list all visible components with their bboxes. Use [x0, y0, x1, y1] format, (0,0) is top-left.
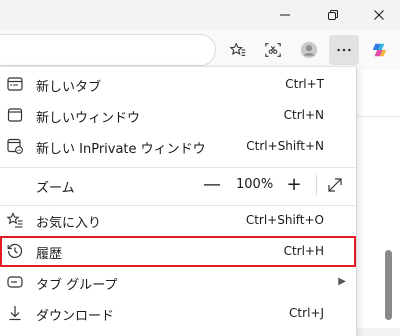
tab-groups-icon [6, 273, 24, 291]
zoom-in-button[interactable]: + [282, 172, 306, 196]
menu-item-shortcut: Ctrl+Shift+N [246, 139, 324, 153]
zoom-divider [316, 175, 317, 195]
menu-item-label: ダウンロード [36, 309, 115, 324]
menu-item-label: 新しいウィンドウ [36, 111, 141, 126]
more-options-button[interactable] [329, 35, 359, 65]
menu-item-shortcut: Ctrl+N [283, 108, 324, 122]
inprivate-window-icon [6, 137, 24, 155]
close-icon [374, 10, 384, 20]
copilot-button[interactable] [364, 35, 394, 65]
restore-button[interactable] [310, 0, 356, 30]
menu-item-downloads[interactable]: ダウンロード Ctrl+J [0, 298, 356, 329]
zoom-label: ズーム [36, 181, 75, 196]
menu-item-tab-groups[interactable]: タブ グループ ▶ [0, 267, 356, 298]
page-content-area [357, 70, 400, 328]
menu-separator [0, 167, 356, 168]
menu-item-new-tab[interactable]: 新しいタブ Ctrl+T [0, 69, 356, 100]
address-bar[interactable] [0, 34, 216, 66]
menu-item-label: 新しい InPrivate ウィンドウ [36, 142, 206, 157]
menu-item-shortcut: Ctrl+H [283, 244, 324, 258]
minimize-icon [280, 14, 290, 16]
close-button[interactable] [356, 0, 400, 30]
profile-button[interactable] [294, 35, 324, 65]
browser-settings-menu: 新しいタブ Ctrl+T 新しいウィンドウ Ctrl+N 新しい InPriva… [0, 66, 357, 336]
zoom-level: 100% [236, 177, 274, 192]
page-scrollbar[interactable] [385, 250, 392, 320]
history-icon [6, 242, 24, 260]
menu-item-zoom: ズーム — 100% + [0, 169, 356, 200]
favorite-star-icon [229, 42, 246, 56]
submenu-arrow-icon: ▶ [338, 276, 346, 287]
browser-toolbar [0, 30, 400, 70]
menu-item-new-inprivate-window[interactable]: 新しい InPrivate ウィンドウ Ctrl+Shift+N [0, 131, 356, 162]
zoom-out-button[interactable]: — [200, 172, 224, 196]
menu-item-favorites[interactable]: お気に入り Ctrl+Shift+O [0, 205, 356, 236]
favorites-star-icon [6, 211, 24, 229]
restore-icon [328, 10, 338, 20]
screenshot-icon [265, 43, 281, 57]
menu-item-label: 履歴 [36, 247, 63, 262]
menu-item-new-window[interactable]: 新しいウィンドウ Ctrl+N [0, 100, 356, 131]
download-icon [6, 304, 24, 322]
menu-item-shortcut: Ctrl+J [289, 306, 324, 320]
fullscreen-expand-icon [328, 178, 342, 192]
favorite-button[interactable] [223, 35, 253, 65]
menu-item-label: お気に入り [36, 216, 102, 231]
new-window-icon [6, 106, 24, 124]
new-tab-icon [6, 75, 24, 93]
menu-item-shortcut: Ctrl+T [285, 77, 324, 91]
fullscreen-button[interactable] [325, 175, 345, 195]
menu-item-label: タブ グループ [36, 278, 118, 293]
more-options-icon [337, 48, 351, 52]
copilot-icon [372, 43, 387, 57]
minimize-button[interactable] [262, 0, 308, 30]
menu-item-history[interactable]: 履歴 Ctrl+H [0, 236, 356, 267]
menu-item-shortcut: Ctrl+Shift+O [245, 213, 324, 227]
profile-avatar-icon [300, 41, 318, 59]
menu-item-label: 新しいタブ [36, 80, 102, 95]
screenshot-button[interactable] [258, 35, 288, 65]
title-bar [0, 0, 400, 30]
page-divider [357, 116, 400, 117]
